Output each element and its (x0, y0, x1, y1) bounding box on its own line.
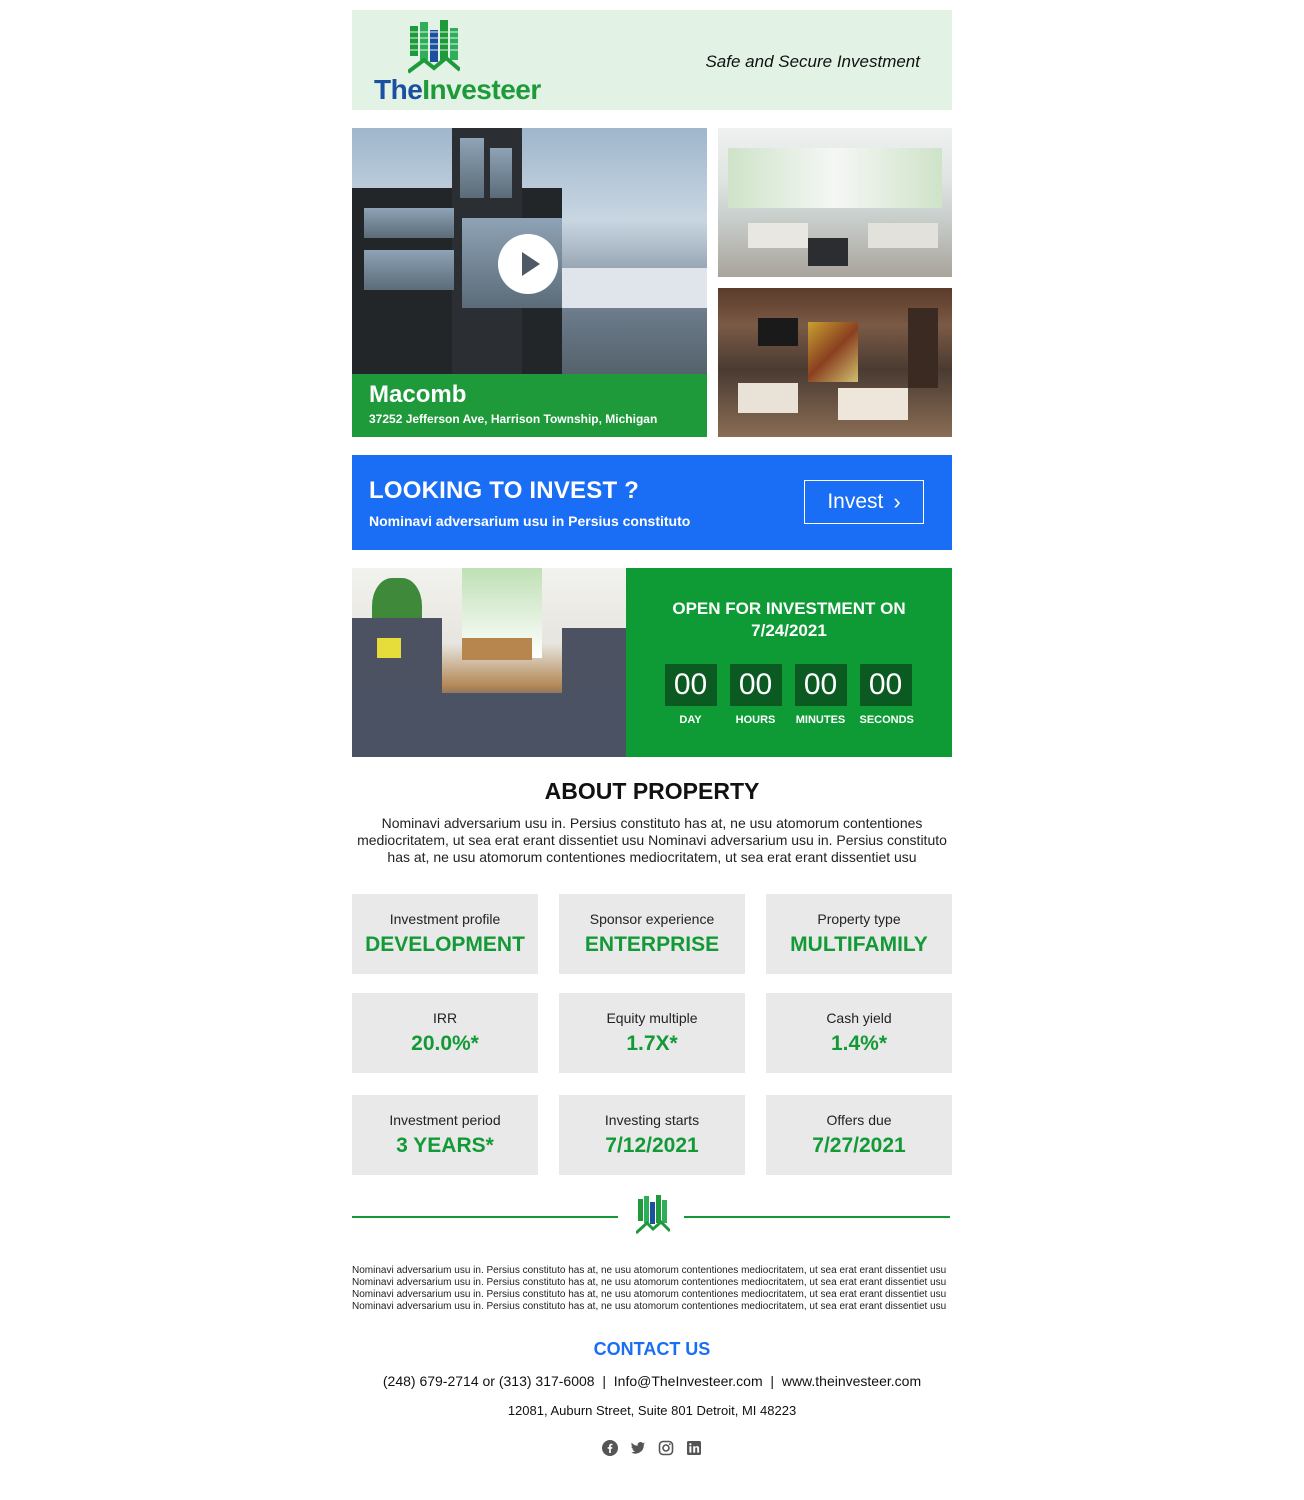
email-container: TheInvesteer Safe and Secure Investment … (352, 10, 952, 1456)
stat-value: 3 YEARS* (396, 1134, 494, 1157)
stat-label: IRR (432, 1010, 458, 1026)
property-city: Macomb (369, 381, 467, 408)
buildings-logo-icon (408, 20, 460, 74)
stat-property-type: Property type MULTIFAMILY (766, 894, 952, 974)
stat-value: DEVELOPMENT (365, 933, 525, 956)
stat-label: Investing starts (604, 1112, 700, 1128)
contact-info: (248) 679-2714 or (313) 317-6008 | Info@… (352, 1373, 952, 1389)
countdown-seconds-label: SECONDS (859, 714, 914, 726)
stat-investment-profile: Investment profile DEVELOPMENT (352, 894, 538, 974)
countdown-section: OPEN FOR INVESTMENT ON 7/24/2021 00 DAY … (352, 568, 952, 757)
countdown-seconds-value: 00 (859, 664, 912, 706)
stats-grid: Investment profile DEVELOPMENT Sponsor e… (352, 894, 952, 1175)
stat-equity-multiple: Equity multiple 1.7X* (559, 993, 745, 1073)
living-room-image[interactable] (718, 128, 952, 277)
tagline: Safe and Secure Investment (705, 52, 920, 71)
property-caption: Macomb 37252 Jefferson Ave, Harrison Tow… (352, 374, 707, 437)
invest-button-label: Invest (827, 490, 884, 513)
play-icon[interactable] (498, 234, 558, 294)
countdown-timer: 00 DAY 00 HOURS 00 MINUTES 00 SECONDS (624, 664, 952, 726)
stat-value: 1.4%* (830, 1032, 888, 1055)
instagram-icon[interactable] (658, 1440, 674, 1456)
countdown-title: OPEN FOR INVESTMENT ON 7/24/2021 (626, 598, 952, 642)
stat-irr: IRR 20.0%* (352, 993, 538, 1073)
countdown-days: 00 DAY (664, 664, 717, 726)
property-address: 37252 Jefferson Ave, Harrison Township, … (369, 412, 658, 426)
chevron-right-icon: › (893, 489, 901, 514)
buildings-logo-icon (636, 1195, 670, 1235)
about-title: ABOUT PROPERTY (544, 778, 760, 804)
facebook-icon[interactable] (602, 1440, 618, 1456)
linkedin-icon[interactable] (686, 1440, 702, 1456)
stat-value: 20.0%* (411, 1032, 479, 1055)
countdown-days-value: 00 (664, 664, 717, 706)
stat-label: Property type (817, 911, 901, 927)
stat-cash-yield: Cash yield 1.4%* (766, 993, 952, 1073)
stat-value: 1.7X* (626, 1032, 678, 1055)
divider-line-right (684, 1216, 950, 1218)
header: TheInvesteer Safe and Secure Investment (352, 10, 952, 110)
property-gallery: Macomb 37252 Jefferson Ave, Harrison Tow… (352, 128, 952, 437)
countdown-title-line1: OPEN FOR INVESTMENT ON (672, 599, 906, 618)
divider-line-left (352, 1216, 618, 1218)
countdown-hours-label: HOURS (735, 714, 776, 726)
countdown-panel: OPEN FOR INVESTMENT ON 7/24/2021 00 DAY … (626, 568, 952, 757)
email-link[interactable]: Info@TheInvesteer.com (614, 1373, 763, 1389)
phone-link[interactable]: (248) 679-2714 or (313) 317-6008 (383, 1373, 595, 1389)
separator: | (602, 1373, 606, 1389)
website-link[interactable]: www.theinvesteer.com (782, 1373, 921, 1389)
countdown-date: 7/24/2021 (751, 621, 827, 640)
hero-video[interactable]: Macomb 37252 Jefferson Ave, Harrison Tow… (352, 128, 707, 437)
stat-investment-period: Investment period 3 YEARS* (352, 1095, 538, 1175)
footer-divider (352, 1191, 952, 1241)
fine-print: Nominavi adversarium usu in. Persius con… (352, 1265, 947, 1312)
stat-label: Cash yield (826, 1010, 892, 1026)
social-links (352, 1440, 952, 1456)
stat-label: Investment period (389, 1112, 501, 1128)
stat-value: 7/27/2021 (812, 1134, 906, 1157)
brand-name-part2: Investeer (422, 74, 541, 105)
stat-value: 7/12/2021 (605, 1134, 699, 1157)
brand-name: TheInvesteer (374, 74, 541, 106)
twitter-icon[interactable] (630, 1440, 646, 1456)
about-text: Nominavi adversarium usu in. Persius con… (357, 815, 947, 865)
stat-label: Investment profile (389, 911, 501, 927)
stat-value: MULTIFAMILY (790, 933, 928, 956)
countdown-minutes: 00 MINUTES (794, 664, 847, 726)
separator: | (770, 1373, 775, 1389)
stat-investing-starts: Investing starts 7/12/2021 (559, 1095, 745, 1175)
invest-banner: LOOKING TO INVEST ? Nominavi adversarium… (352, 455, 952, 550)
stat-sponsor-experience: Sponsor experience ENTERPRISE (559, 894, 745, 974)
lounge-image[interactable] (718, 288, 952, 437)
company-address: 12081, Auburn Street, Suite 801 Detroit,… (507, 1403, 797, 1418)
countdown-days-label: DAY (679, 714, 702, 726)
countdown-minutes-label: MINUTES (795, 714, 846, 726)
countdown-hours-value: 00 (729, 664, 782, 706)
stat-value: ENTERPRISE (584, 933, 720, 956)
stat-label: Sponsor experience (589, 911, 715, 927)
stat-label: Offers due (826, 1112, 892, 1128)
stat-label: Equity multiple (606, 1010, 698, 1026)
sofa-room-image (352, 568, 626, 757)
invest-button[interactable]: Invest › (804, 480, 924, 524)
contact-title: CONTACT US (593, 1339, 711, 1359)
countdown-minutes-value: 00 (794, 664, 847, 706)
stat-offers-due: Offers due 7/27/2021 (766, 1095, 952, 1175)
countdown-hours: 00 HOURS (729, 664, 782, 726)
brand-name-part1: The (374, 74, 423, 105)
countdown-seconds: 00 SECONDS (859, 664, 914, 726)
brand-logo[interactable]: TheInvesteer (374, 20, 584, 105)
